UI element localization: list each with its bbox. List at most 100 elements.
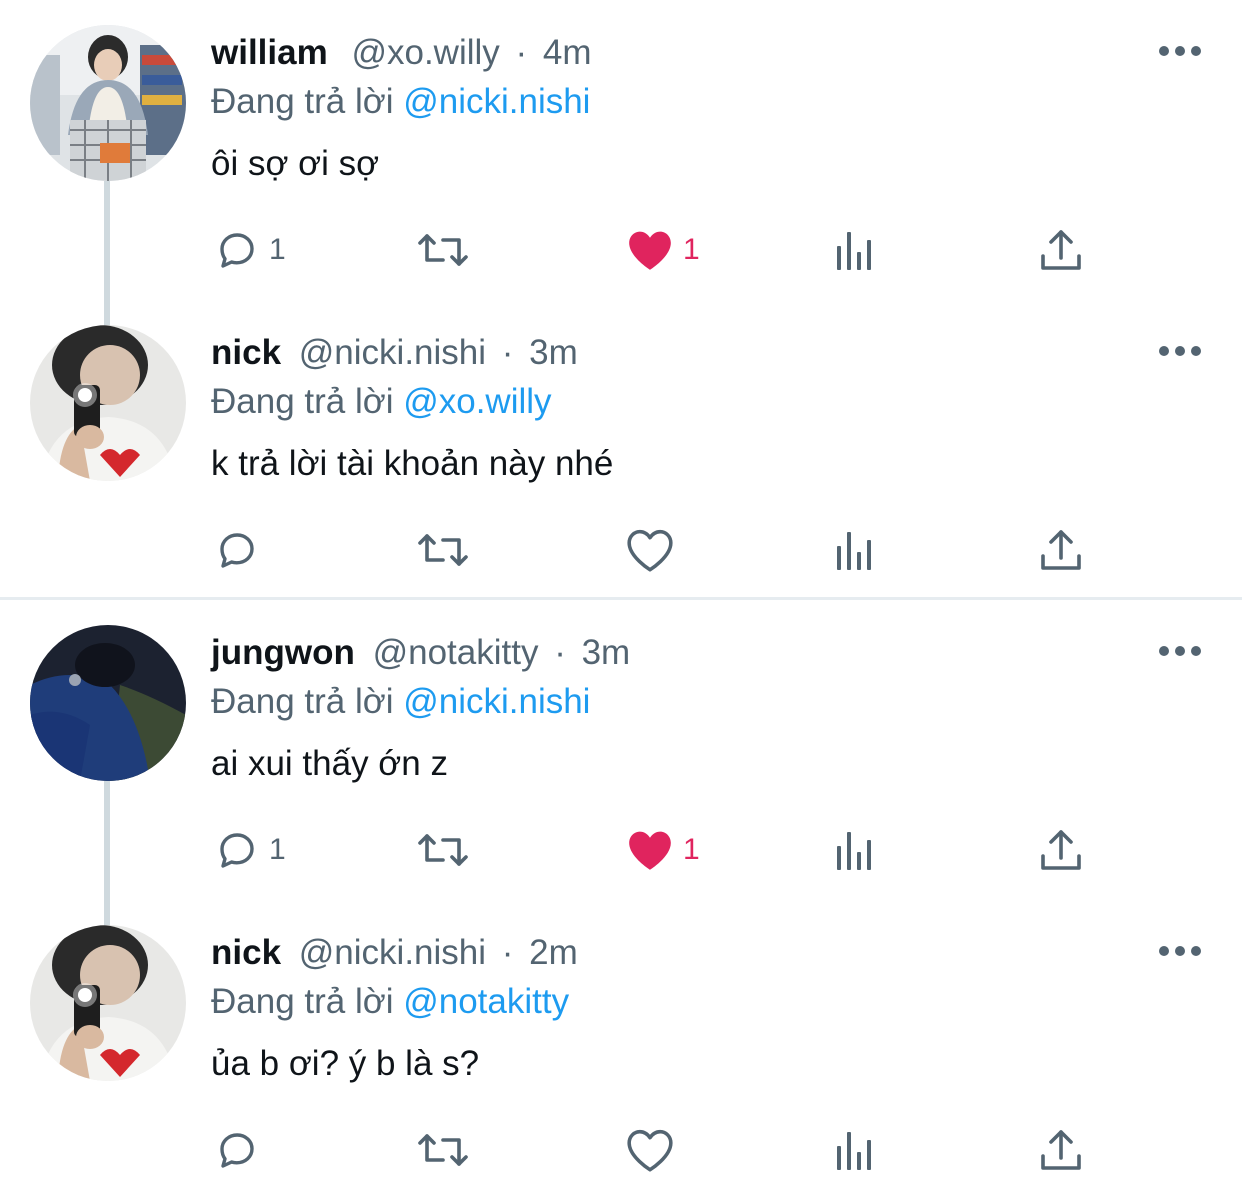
share-button[interactable] bbox=[1039, 822, 1083, 878]
handle[interactable]: @nicki.nishi bbox=[299, 333, 486, 372]
like-count: 1 bbox=[683, 233, 700, 266]
tweet[interactable]: william @xo.willy · 4m Đang trả lời @nic… bbox=[0, 0, 1242, 326]
retweet-button[interactable] bbox=[415, 1122, 471, 1178]
more-options-button[interactable] bbox=[1158, 640, 1202, 662]
tweet-text: ai xui thấy ớn z bbox=[211, 744, 448, 783]
bar-chart-icon bbox=[837, 832, 871, 870]
dot-separator: · bbox=[501, 333, 514, 372]
replying-to-label: Đang trả lời bbox=[211, 382, 394, 421]
handle[interactable]: @xo.willy bbox=[351, 33, 499, 72]
like-count: 1 bbox=[683, 833, 700, 866]
timestamp[interactable]: 4m bbox=[543, 33, 592, 72]
action-bar bbox=[0, 1100, 1242, 1200]
timestamp[interactable]: 2m bbox=[529, 933, 578, 972]
retweet-arrows-icon bbox=[418, 834, 468, 866]
action-bar: 1 1 bbox=[0, 200, 1242, 300]
heart-icon bbox=[627, 529, 673, 572]
heart-icon bbox=[627, 1129, 673, 1172]
avatar[interactable] bbox=[30, 625, 186, 781]
share-upload-icon bbox=[1041, 1130, 1081, 1170]
views-button[interactable] bbox=[835, 222, 877, 278]
reply-button[interactable] bbox=[213, 522, 269, 578]
more-options-button[interactable] bbox=[1158, 40, 1202, 62]
like-button[interactable]: 1 bbox=[625, 822, 700, 878]
tweet[interactable]: nick @nicki.nishi · 3m Đang trả lời @xo.… bbox=[0, 300, 1242, 600]
display-name[interactable]: nick bbox=[211, 933, 281, 972]
ellipsis-icon bbox=[1159, 46, 1201, 56]
views-button[interactable] bbox=[835, 822, 877, 878]
replying-to: Đang trả lời @nicki.nishi bbox=[211, 679, 590, 725]
reply-count: 1 bbox=[269, 833, 286, 866]
replying-to-label: Đang trả lời bbox=[211, 982, 394, 1021]
speech-bubble-icon bbox=[220, 533, 254, 568]
speech-bubble-icon bbox=[220, 1133, 254, 1168]
replying-to: Đang trả lời @notakitty bbox=[211, 979, 569, 1025]
bar-chart-icon bbox=[837, 232, 871, 270]
replying-to: Đang trả lời @xo.willy bbox=[211, 379, 552, 425]
views-button[interactable] bbox=[835, 1122, 877, 1178]
display-name[interactable]: william bbox=[211, 33, 328, 72]
avatar[interactable] bbox=[30, 325, 186, 481]
dot-separator: · bbox=[501, 933, 514, 972]
tweet-header: william @xo.willy · 4m bbox=[211, 30, 592, 76]
share-button[interactable] bbox=[1039, 222, 1083, 278]
tweet[interactable]: nick @nicki.nishi · 2m Đang trả lời @not… bbox=[0, 900, 1242, 1200]
mention-link[interactable]: @xo.willy bbox=[403, 382, 551, 421]
replying-to: Đang trả lời @nicki.nishi bbox=[211, 79, 590, 125]
ellipsis-icon bbox=[1159, 946, 1201, 956]
retweet-arrows-icon bbox=[418, 1134, 468, 1166]
like-button[interactable] bbox=[625, 1122, 683, 1178]
reply-button[interactable]: 1 bbox=[213, 822, 286, 878]
timestamp[interactable]: 3m bbox=[529, 333, 578, 372]
share-button[interactable] bbox=[1039, 1122, 1083, 1178]
reply-button[interactable]: 1 bbox=[213, 222, 286, 278]
share-upload-icon bbox=[1041, 830, 1081, 870]
retweet-button[interactable] bbox=[415, 822, 471, 878]
like-button[interactable]: 1 bbox=[625, 222, 700, 278]
mention-link[interactable]: @notakitty bbox=[403, 982, 569, 1021]
mention-link[interactable]: @nicki.nishi bbox=[403, 682, 590, 721]
like-button[interactable] bbox=[625, 522, 683, 578]
retweet-button[interactable] bbox=[415, 222, 471, 278]
bar-chart-icon bbox=[837, 1132, 871, 1170]
speech-bubble-icon bbox=[220, 233, 254, 268]
tweet-text: ủa b ơi? ý b là s? bbox=[211, 1044, 480, 1083]
share-upload-icon bbox=[1041, 530, 1081, 570]
share-upload-icon bbox=[1041, 230, 1081, 270]
tweet-text: ôi sợ ơi sợ bbox=[211, 144, 380, 183]
tweet[interactable]: jungwon @notakitty · 3m Đang trả lời @ni… bbox=[0, 600, 1242, 926]
retweet-button[interactable] bbox=[415, 522, 471, 578]
replying-to-label: Đang trả lời bbox=[211, 682, 394, 721]
share-button[interactable] bbox=[1039, 522, 1083, 578]
dot-separator: · bbox=[554, 633, 566, 672]
retweet-arrows-icon bbox=[418, 534, 468, 566]
timestamp[interactable]: 3m bbox=[582, 633, 631, 672]
bar-chart-icon bbox=[837, 532, 871, 570]
mention-link[interactable]: @nicki.nishi bbox=[403, 82, 590, 121]
action-bar: 1 1 bbox=[0, 800, 1242, 900]
handle[interactable]: @nicki.nishi bbox=[299, 933, 486, 972]
dot-separator: · bbox=[515, 33, 528, 72]
tweet-text: k trả lời tài khoản này nhé bbox=[211, 444, 614, 483]
ellipsis-icon bbox=[1159, 646, 1201, 656]
action-bar bbox=[0, 500, 1242, 600]
handle[interactable]: @notakitty bbox=[373, 633, 539, 672]
more-options-button[interactable] bbox=[1158, 340, 1202, 362]
avatar[interactable] bbox=[30, 25, 186, 181]
retweet-arrows-icon bbox=[418, 234, 468, 266]
heart-icon bbox=[629, 831, 671, 870]
tweet-header: nick @nicki.nishi · 3m bbox=[211, 330, 578, 376]
views-button[interactable] bbox=[835, 522, 877, 578]
heart-icon bbox=[629, 231, 671, 270]
display-name[interactable]: jungwon bbox=[211, 633, 355, 672]
tweet-header: nick @nicki.nishi · 2m bbox=[211, 930, 578, 976]
tweet-header: jungwon @notakitty · 3m bbox=[211, 630, 630, 676]
speech-bubble-icon bbox=[220, 833, 254, 868]
avatar[interactable] bbox=[30, 925, 186, 1081]
ellipsis-icon bbox=[1159, 346, 1201, 356]
more-options-button[interactable] bbox=[1158, 940, 1202, 962]
display-name[interactable]: nick bbox=[211, 333, 281, 372]
reply-count: 1 bbox=[269, 233, 286, 266]
reply-button[interactable] bbox=[213, 1122, 269, 1178]
replying-to-label: Đang trả lời bbox=[211, 82, 394, 121]
